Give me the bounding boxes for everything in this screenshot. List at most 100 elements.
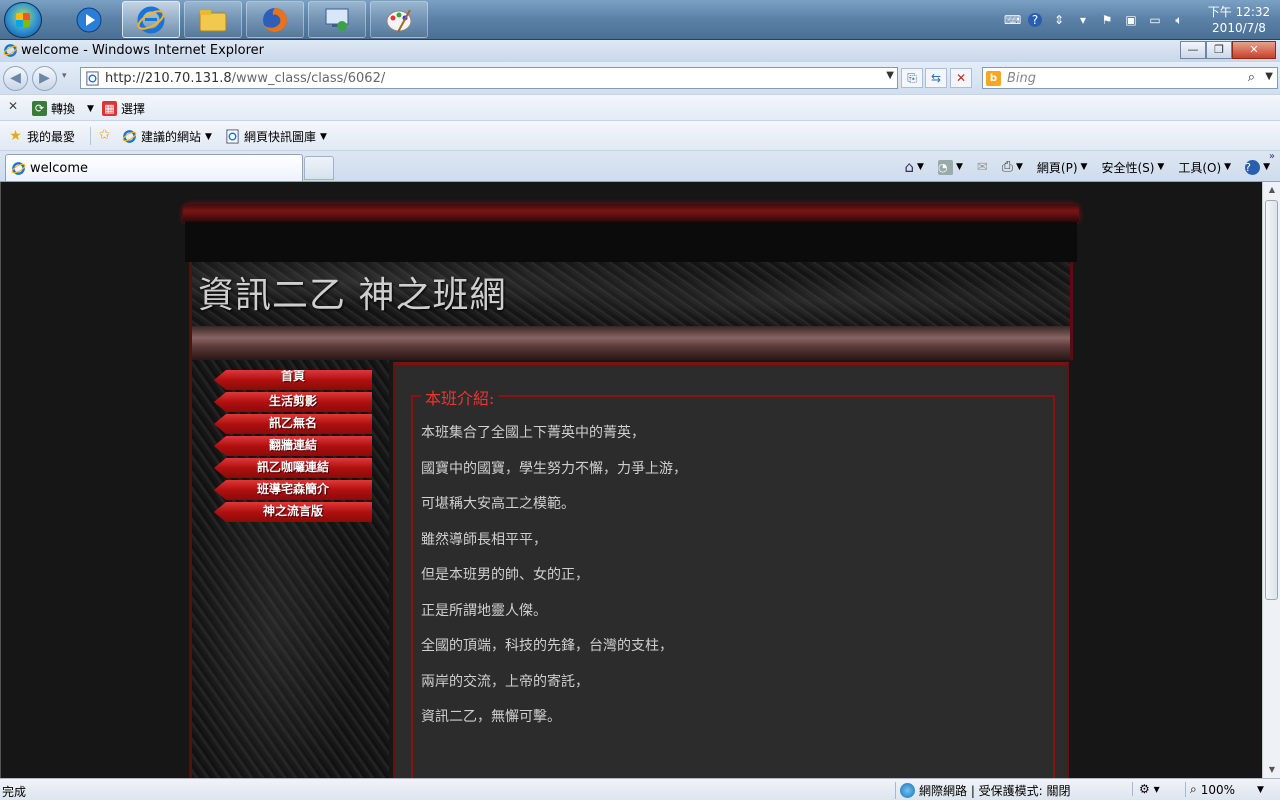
menu-item-teacher-intro[interactable]: 班導宅森簡介 [214, 480, 372, 500]
url-host: http://210.70.131.8 [105, 71, 232, 86]
safety-menu[interactable]: 安全性(S) ▼ [1101, 159, 1164, 176]
favbar-divider [90, 127, 91, 145]
add-favorite-button[interactable]: ✩ [97, 128, 112, 143]
taskbar: ⌨ ? ⇕ ▾ ⚑ ▣ ▭ 🔈︎ 下午 12:32 2010/7/8 [0, 0, 1280, 40]
taskbar-paint-icon[interactable] [370, 1, 428, 38]
clock[interactable]: 下午 12:32 2010/7/8 [1206, 4, 1272, 36]
taskbar-firefox-icon[interactable] [246, 1, 304, 38]
search-icon[interactable]: ⌕ [1248, 70, 1255, 85]
keyboard-icon[interactable]: ⌨ [1004, 13, 1021, 27]
menu-item-wretch[interactable]: 訊乙無名 [214, 414, 372, 434]
url-path: /www_class/class/6062/ [231, 71, 386, 86]
search-dropdown-icon[interactable]: ▼ [1265, 71, 1273, 82]
tray-expand-icon[interactable]: ▾ [1076, 13, 1090, 27]
convert-button[interactable]: ⟳ 轉換 ▼ [32, 100, 94, 117]
favorites-button[interactable]: ★ 我的最愛 [8, 128, 75, 145]
page-icon [86, 71, 99, 86]
history-dropdown-icon[interactable]: ▾ [62, 71, 67, 81]
forward-button[interactable]: ▶ [32, 66, 57, 91]
window-titlebar[interactable]: welcome - Windows Internet Explorer — ❐ … [0, 40, 1280, 62]
intro-line: 全國的頂端，科技的先鋒，台灣的支柱， [421, 638, 673, 654]
scroll-up-arrow[interactable]: ▲ [1263, 182, 1280, 198]
tools-menu[interactable]: 工具(O) ▼ [1178, 159, 1231, 176]
system-tray: ⌨ ? ⇕ ▾ ⚑ ▣ ▭ 🔈︎ 下午 12:32 2010/7/8 [1004, 0, 1280, 40]
suggested-sites-ie-icon [122, 130, 137, 143]
intro-line: 正是所謂地靈人傑。 [421, 602, 547, 619]
refresh-icon[interactable]: ⇆ [925, 68, 947, 88]
taskbar-media-player-icon[interactable] [60, 1, 118, 38]
intro-line: 資訊二乙，無懈可擊。 [421, 709, 561, 725]
back-button[interactable]: ◀ [3, 66, 28, 91]
command-toolbar: ⌂ ▼ ◔ ▼ ✉ ⎙ ▼ 網頁(P) ▼ 安全性(S) ▼ 工具(O) ▼ ? ▼ [905, 158, 1271, 176]
status-bar: 完成 網際網路 | 受保護模式: 關閉 ⚙ ▾ ⌕ 100% ▼ [0, 778, 1280, 800]
new-tab-button[interactable] [304, 156, 334, 180]
web-slice-gallery-link[interactable]: 網頁快訊圖庫 ▼ [225, 128, 327, 145]
start-button[interactable] [4, 2, 42, 38]
language-icon[interactable]: ⇕ [1052, 13, 1066, 27]
menu-item-guestbook[interactable]: 神之流言版 [214, 502, 372, 522]
taskbar-ie-icon[interactable] [122, 1, 180, 38]
zoom-level: 100% [1200, 782, 1236, 797]
tab-bar: welcome ⌂ ▼ ◔ ▼ ✉ ⎙ ▼ 網頁(P) ▼ 安全性(S) ▼ 工具(O) ▼… [0, 150, 1280, 182]
feeds-button[interactable]: ◔ ▼ [937, 159, 963, 175]
print-button[interactable]: ⎙ ▼ [1002, 159, 1023, 175]
flag-icon[interactable]: ⚑ [1100, 13, 1114, 27]
select-label: 選擇 [121, 102, 146, 116]
menu-item-blog-links[interactable]: 訊乙咖囉連結 [214, 458, 372, 478]
tab-welcome[interactable]: welcome [5, 154, 303, 181]
suggested-sites-link[interactable]: 建議的網站 ▼ [122, 128, 212, 145]
menu-item-proxy-links[interactable]: 翻牆連結 [214, 436, 372, 456]
site-menu: 首頁 生活剪影 訊乙無名 翻牆連結 訊乙咖囉連結 班導宅森簡介 神之流言版 [214, 370, 374, 524]
toolbar-overflow-icon[interactable]: » [1269, 151, 1275, 162]
volume-icon[interactable]: 🔈︎ [1172, 13, 1186, 27]
zoom-icon: ⌕ [1190, 782, 1197, 796]
menu-item-home[interactable]: 首頁 [214, 370, 372, 390]
stop-icon[interactable]: ✕ [950, 68, 972, 88]
intro-line: 本班集合了全國上下菁英中的菁英， [421, 425, 645, 441]
select-button[interactable]: ▦ 選擇 [102, 100, 145, 117]
menu-item-life-photos[interactable]: 生活剪影 [214, 392, 372, 412]
rss-icon: ◔ [937, 159, 953, 175]
zoom-dropdown-icon[interactable]: ▼ [1257, 785, 1264, 795]
top-decoration [183, 204, 1079, 222]
convert-dropdown-icon[interactable]: ▼ [87, 104, 94, 114]
favorites-bar: ★ 我的最愛 ✩ 建議的網站 ▼ 網頁快訊圖庫 ▼ [0, 120, 1280, 150]
bing-icon: b [986, 71, 1001, 86]
address-dropdown-icon[interactable]: ▼ [886, 70, 894, 81]
convert-icon: ⟳ [32, 101, 47, 116]
maximize-button[interactable]: ❐ [1206, 41, 1232, 59]
window-title: welcome - Windows Internet Explorer [21, 43, 265, 58]
home-button[interactable]: ⌂ ▼ [905, 158, 924, 176]
suggested-sites-dropdown-icon[interactable]: ▼ [205, 132, 212, 142]
intro-line: 但是本班男的帥、女的正， [421, 567, 589, 583]
class-website: 資訊二乙 神之班網 首頁 生活剪影 訊乙無名 翻牆連結 訊乙咖囉連結 班導宅森簡… [183, 204, 1079, 778]
scroll-down-arrow[interactable]: ▼ [1263, 762, 1280, 778]
address-bar[interactable]: http://210.70.131.8/www_class/class/6062… [80, 67, 898, 89]
network-tray-icon[interactable]: ▭ [1148, 13, 1162, 27]
compatibility-view-icon[interactable]: ⎘ [901, 68, 923, 88]
minimize-button[interactable]: — [1180, 41, 1206, 59]
search-box[interactable]: b Bing ⌕ ▼ [982, 67, 1278, 89]
vertical-scrollbar[interactable]: ▲ ▼ [1262, 182, 1280, 778]
suggested-sites-label: 建議的網站 [141, 130, 202, 144]
help-menu[interactable]: ? ▼ [1245, 159, 1270, 175]
device-icon[interactable]: ▣ [1124, 13, 1138, 27]
popup-blocker-icon[interactable]: ⚙ ▾ [1132, 782, 1160, 796]
close-button[interactable]: ✕ [1232, 41, 1276, 59]
mail-button[interactable]: ✉ [977, 160, 988, 175]
page-menu[interactable]: 網頁(P) ▼ [1037, 159, 1088, 176]
web-slice-dropdown-icon[interactable]: ▼ [320, 132, 327, 142]
taskbar-network-icon[interactable] [308, 1, 366, 38]
taskbar-explorer-icon[interactable] [184, 1, 242, 38]
tab-title: welcome [30, 161, 89, 176]
header-gap [185, 222, 1077, 262]
help-icon[interactable]: ? [1028, 13, 1042, 27]
scroll-thumb[interactable] [1265, 200, 1278, 600]
command-bar: ✕ ⟳ 轉換 ▼ ▦ 選擇 [0, 94, 1280, 120]
intro-line: 雖然導師長相平平， [421, 531, 547, 548]
toolbar-close-icon[interactable]: ✕ [8, 99, 18, 113]
security-zone[interactable]: 網際網路 | 受保護模式: 關閉 [895, 782, 1071, 799]
left-sidebar: 首頁 生活剪影 訊乙無名 翻牆連結 訊乙咖囉連結 班導宅森簡介 神之流言版 [189, 360, 389, 778]
intro-line: 可堪稱大安高工之模範。 [421, 496, 575, 512]
zoom-control[interactable]: ⌕ 100% ▼ [1185, 782, 1264, 797]
